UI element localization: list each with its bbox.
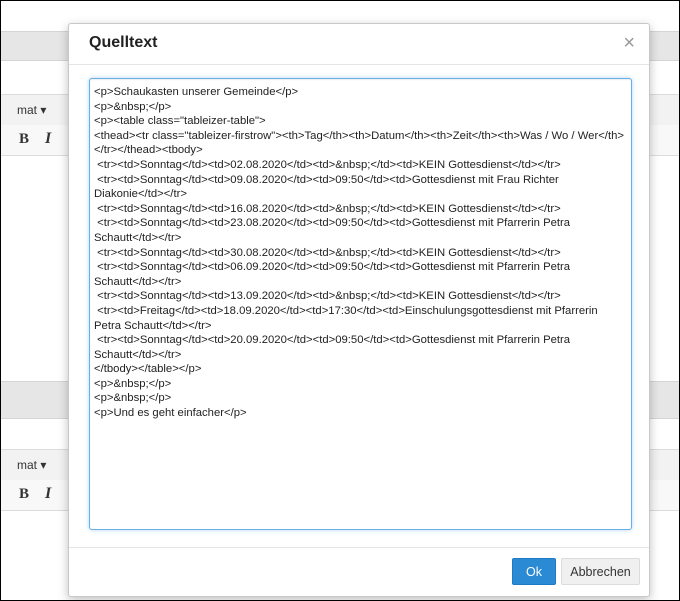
ok-button[interactable]: Ok (512, 558, 556, 585)
cancel-button[interactable]: Abbrechen (561, 558, 640, 585)
source-code-textarea[interactable]: <p>Schaukasten unserer Gemeinde</p> <p>&… (89, 78, 632, 530)
dialog-title: Quelltext (89, 34, 158, 51)
source-code-dialog: Quelltext × <p>Schaukasten unserer Gemei… (68, 23, 650, 597)
close-icon[interactable]: × (623, 33, 635, 53)
page-frame: mat ▾ B I mat ▾ B I Quelltext × <p>Schau… (0, 0, 680, 601)
dialog-header: Quelltext × (69, 24, 649, 65)
dialog-footer: Ok Abbrechen (69, 547, 649, 597)
dialog-body: <p>Schaukasten unserer Gemeinde</p> <p>&… (69, 65, 649, 547)
